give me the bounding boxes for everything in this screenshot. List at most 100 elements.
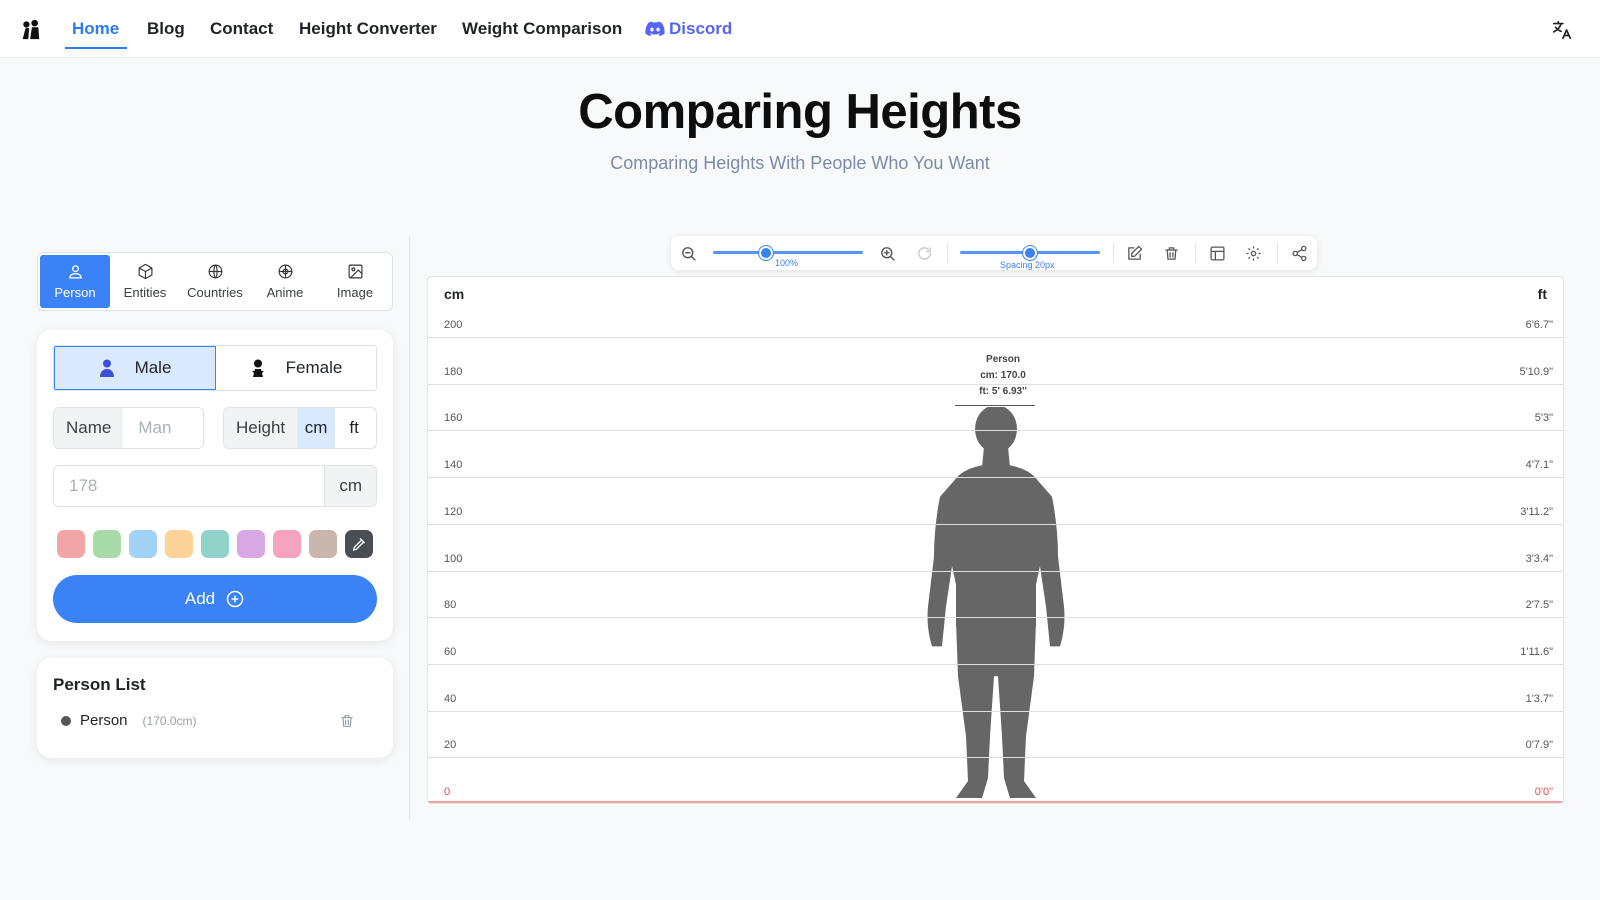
cm-tick-label: 120 [444,505,463,518]
discord-icon [645,21,665,37]
nav-active-underline [65,47,127,49]
height-unit-addon: cm [324,466,376,506]
ft-tick-label: 0'0" [1534,786,1553,798]
tab-countries[interactable]: Countries [180,255,250,308]
ft-tick-label: 4'7.1" [1525,459,1553,472]
male-label: Male [134,358,172,377]
color-swatch[interactable] [237,530,265,558]
toolbar-separator [1195,243,1196,263]
name-field-group: Name Man [53,407,204,449]
person-list-card: Person List Person (170.0cm) [37,658,393,758]
zoom-slider-knob[interactable] [758,246,773,260]
height-chart: cm ft Person cm: 170.0 ft: 5' 6.93'' 200… [427,276,1564,804]
tab-anime-label: Anime [266,285,304,300]
spacing-label: Spacing 20px [1000,260,1055,270]
tab-image-label: Image [336,285,374,300]
list-item[interactable]: Person (170.0cm) [61,712,197,729]
cm-tick-label: 140 [444,459,463,472]
eyedropper-icon [352,538,365,551]
name-input[interactable]: Man [123,408,203,448]
left-axis-unit: cm [444,286,465,302]
spacing-slider-knob[interactable] [1023,246,1037,260]
toolbar-separator [1113,243,1114,263]
color-swatches [57,530,373,558]
color-swatch[interactable] [165,530,193,558]
grid-line [428,477,1563,479]
female-icon [251,359,264,377]
cm-tick-label: 200 [444,319,463,331]
zoom-in-icon[interactable] [879,245,896,262]
cm-tick-label: 20 [444,739,457,752]
nav-home[interactable]: Home [72,19,119,39]
tab-entities[interactable]: Entities [110,255,180,308]
height-label: Height [224,408,298,448]
color-swatch[interactable] [273,530,301,558]
color-swatch[interactable] [309,530,337,558]
cm-tick-label: 100 [444,552,463,565]
tab-anime[interactable]: Anime [250,255,320,308]
cm-tick-label: 40 [444,692,457,705]
nav-discord[interactable]: Discord [645,19,732,39]
page-title: Comparing Heights [578,85,1022,139]
nav-weight-comparison[interactable]: Weight Comparison [462,19,622,39]
settings-gear-icon[interactable] [1245,245,1262,262]
add-button-label: Add [184,589,216,608]
site-logo-icon[interactable] [20,19,42,41]
male-silhouette[interactable] [918,407,1073,804]
person-label-cm: cm: 170.0 [980,370,1026,382]
ft-tick-label: 2'7.5" [1525,599,1553,612]
translate-icon[interactable] [1551,19,1573,41]
male-button[interactable]: Male [54,346,216,390]
color-picker-button[interactable] [345,530,373,558]
person-top-marker [955,405,1035,407]
cm-tick-label: 180 [444,365,463,378]
page-subtitle: Comparing Heights With People Who You Wa… [610,153,990,173]
zoom-level-label: 100% [775,258,799,268]
reset-icon[interactable] [916,245,933,262]
anime-globe-icon [278,264,292,279]
ft-tick-label: 6'6.7" [1525,319,1553,331]
ft-tick-label: 0'7.9" [1525,739,1553,752]
grid-line [428,710,1563,712]
delete-all-icon[interactable] [1163,245,1180,262]
add-button[interactable]: Add [53,575,377,623]
tab-entities-label: Entities [123,285,167,300]
tab-person-label: Person [54,285,96,300]
person-name: Person [80,712,128,729]
zoom-slider-track[interactable] [713,251,863,254]
person-size: (170.0cm) [142,713,197,728]
grid-line [428,523,1563,525]
grid-line [428,430,1563,432]
height-field-group: Height cm ft [223,407,377,449]
zoom-out-icon[interactable] [680,245,697,262]
color-swatch[interactable] [93,530,121,558]
height-value-group: 178 cm [53,465,377,507]
nav-contact[interactable]: Contact [210,19,273,39]
color-swatch[interactable] [129,530,157,558]
male-icon [99,359,114,377]
cm-tick-label: 160 [444,412,463,425]
nav-height-converter[interactable]: Height Converter [299,19,437,39]
layout-icon[interactable] [1209,245,1226,262]
edit-icon[interactable] [1126,245,1143,262]
tab-image[interactable]: Image [320,255,390,308]
ft-tick-label: 3'11.2" [1520,505,1553,518]
unit-ft-button[interactable]: ft [335,408,373,448]
delete-person-icon[interactable] [339,713,355,729]
tab-person[interactable]: Person [40,255,110,308]
toolbar-separator [1277,243,1278,263]
person-label-ft: ft: 5' 6.93'' [979,386,1027,398]
height-input[interactable]: 178 [54,466,324,506]
grid-line [428,757,1563,759]
name-label: Name [54,408,124,448]
female-button[interactable]: Female [216,346,376,390]
color-swatch[interactable] [57,530,85,558]
ft-tick-label: 1'11.6" [1520,645,1553,658]
nav-blog[interactable]: Blog [147,19,185,39]
person-icon [68,265,82,279]
color-swatch[interactable] [201,530,229,558]
share-icon[interactable] [1291,245,1308,262]
unit-cm-button[interactable]: cm [297,408,336,448]
globe-icon [208,264,222,279]
grid-line [428,337,1563,338]
